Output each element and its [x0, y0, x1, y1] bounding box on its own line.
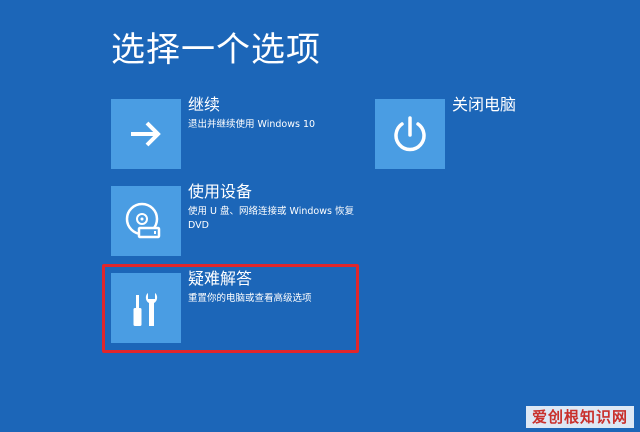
shutdown-option[interactable]: 关闭电脑 — [375, 95, 595, 171]
continue-description: 退出并继续使用 Windows 10 — [188, 119, 316, 130]
use-device-title: 使用设备 — [188, 182, 253, 201]
use-device-description: 使用 U 盘、网络连接或 Windows 恢复 DVD — [188, 206, 354, 231]
shutdown-tile[interactable] — [375, 99, 445, 169]
continue-option[interactable]: 继续 退出并继续使用 Windows 10 — [111, 95, 361, 171]
use-device-option[interactable]: 使用设备 使用 U 盘、网络连接或 Windows 恢复 DVD — [111, 182, 361, 258]
page-title: 选择一个选项 — [111, 30, 321, 70]
continue-tile[interactable] — [111, 99, 181, 169]
watermark: 爱创根知识网 — [525, 406, 634, 428]
continue-title: 继续 — [188, 95, 221, 114]
disc-drive-icon — [125, 202, 161, 239]
arrow-right-icon — [131, 121, 161, 147]
power-icon — [394, 116, 426, 152]
shutdown-title: 关闭电脑 — [452, 95, 517, 114]
highlight-box — [102, 264, 359, 353]
use-device-tile[interactable] — [111, 186, 181, 256]
